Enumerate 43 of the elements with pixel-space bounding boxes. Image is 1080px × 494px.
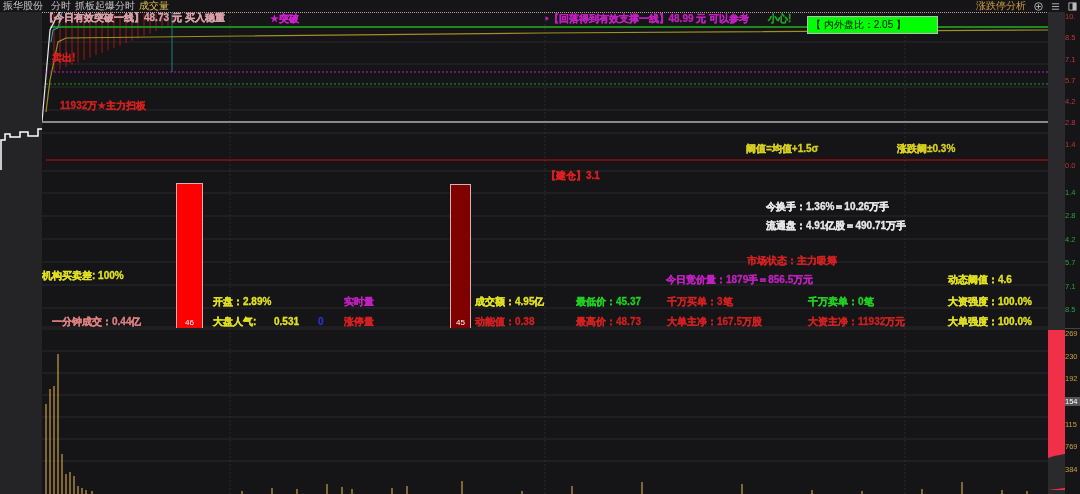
indicator-reading: 大资强度：100.0% bbox=[948, 296, 1032, 308]
indicator-tab[interactable]: 抓板起爆分时 bbox=[75, 0, 135, 12]
indicator-reading: 涨停量 bbox=[344, 316, 374, 328]
signal-text: ★突破 bbox=[270, 13, 299, 25]
panel-title: 涨跌停分析 bbox=[976, 0, 1026, 12]
indicator-reading: 动能值：0.38 bbox=[475, 316, 535, 328]
indicator-reading: 今日竞价量：1879手＝856.5万元 bbox=[666, 274, 814, 286]
indicator-reading: 开盘：2.89% bbox=[213, 296, 272, 308]
stock-name: 振华股份 bbox=[3, 0, 43, 12]
threshold-text: 涨跌阈±0.3% bbox=[897, 143, 956, 155]
indicator-reading: 动态阈值：4.6 bbox=[948, 274, 1012, 286]
indicator-reading: 大资主净：11932万元 bbox=[808, 316, 906, 328]
indicator-reading: 千万卖单：0笔 bbox=[808, 296, 874, 308]
indicator-reading: 一分钟成交：0.44亿 bbox=[52, 316, 142, 328]
indicator-tab[interactable]: 分时 bbox=[51, 0, 71, 12]
signal-text: 11932万★主力扫板 bbox=[60, 100, 147, 112]
ratio-badge: 【 内外盘比：2.05 】 bbox=[807, 16, 938, 34]
indicator-reading: 最低价：45.37 bbox=[576, 296, 642, 308]
indicator-reading: 最高价：48.73 bbox=[576, 316, 642, 328]
indicator-bar: 46 bbox=[176, 183, 203, 328]
price-line bbox=[0, 128, 42, 170]
indicator-reading: 市场状态：主力吸筹 bbox=[747, 255, 837, 267]
indicator-bar: 45 bbox=[450, 184, 471, 328]
indicator-reading: 【建仓】3.1 bbox=[546, 170, 600, 182]
indicator-reading: 实时量 bbox=[344, 296, 374, 308]
add-icon[interactable] bbox=[1034, 1, 1043, 11]
panel-icon[interactable] bbox=[1068, 1, 1077, 11]
indicator-reading: 机构买卖差: 100% bbox=[42, 270, 124, 282]
indicator-reading: 大盘人气: bbox=[213, 316, 257, 328]
indicator-reading: 今换手：1.36%＝10.26万手 bbox=[766, 201, 890, 213]
indicator-reading: 千万买单：3笔 bbox=[667, 296, 733, 308]
indicator-tab[interactable]: 成交量 bbox=[139, 0, 169, 12]
indicator-reading: 大单主净：167.5万股 bbox=[667, 316, 763, 328]
signal-text: •【回落得到有效支撑一线】48.99 元 可以参考 bbox=[545, 13, 750, 25]
menu-icon[interactable] bbox=[1051, 1, 1060, 11]
threshold-text: 阈值=均值+1.5σ bbox=[746, 143, 819, 155]
cursor-line bbox=[171, 12, 173, 73]
indicator-reading: 成交额：4.95亿 bbox=[475, 296, 545, 308]
indicator-reading: 0.531 bbox=[274, 316, 300, 328]
indicator-reading: 流通盘：4.91亿股＝490.71万手 bbox=[766, 220, 907, 232]
warning-text: 小心! bbox=[768, 13, 792, 25]
indicator-reading: 0 bbox=[318, 316, 324, 328]
indicator-reading: 大单强度：100.0% bbox=[948, 316, 1032, 328]
